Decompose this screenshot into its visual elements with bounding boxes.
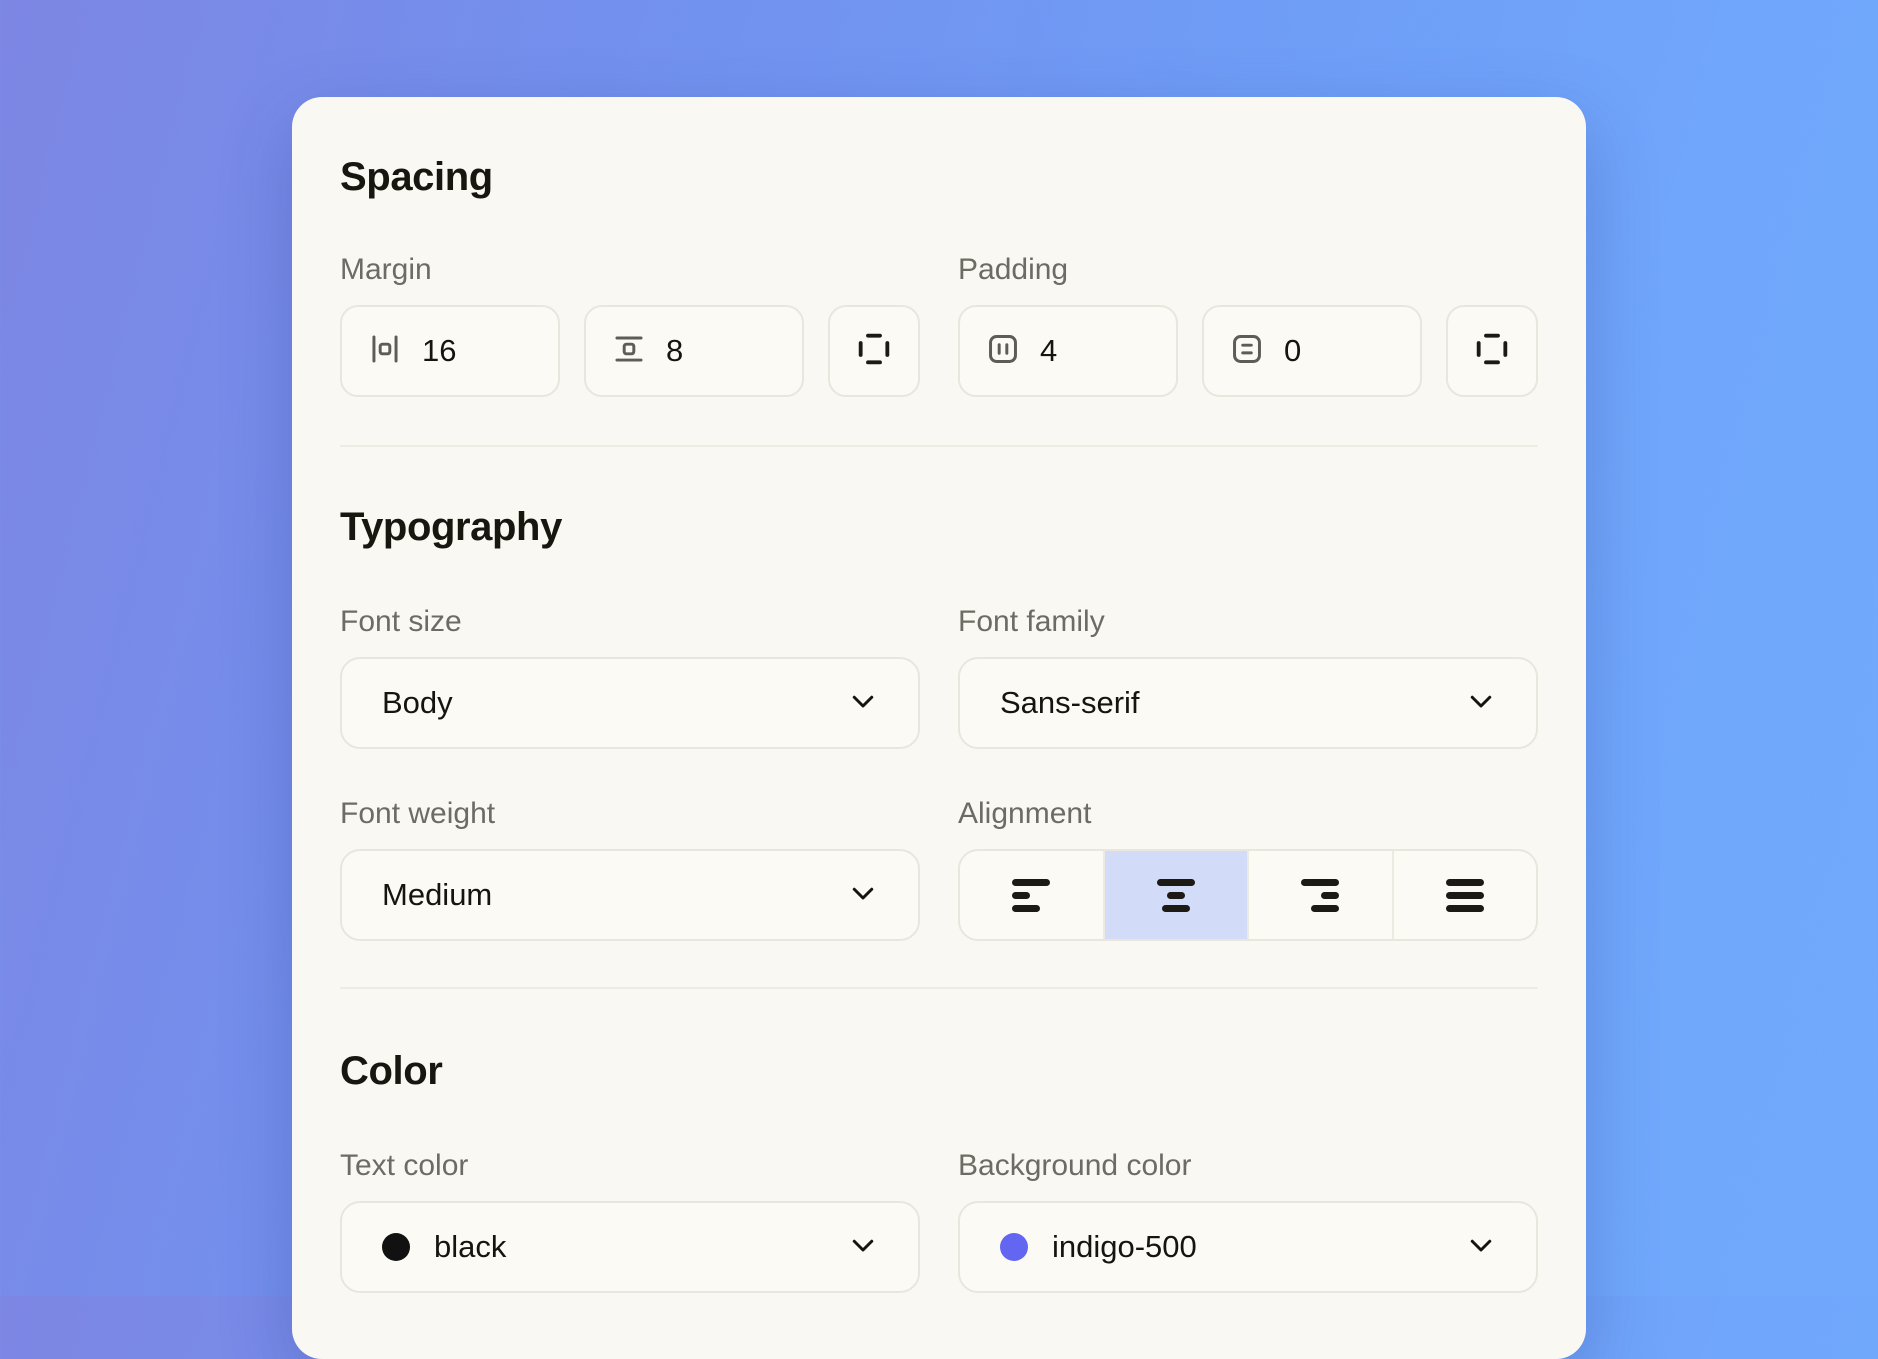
color-row: Text color black Background color indigo…	[340, 1147, 1538, 1293]
margin-horizontal-value[interactable]	[422, 333, 532, 369]
padding-horizontal-icon	[986, 332, 1020, 371]
align-center-icon	[1157, 879, 1195, 912]
color-section-title: Color	[340, 1047, 1538, 1095]
font-weight-dropdown[interactable]: Medium	[340, 849, 920, 941]
text-color-swatch	[382, 1233, 410, 1261]
inspector-panel: Spacing Margin	[292, 97, 1586, 1359]
margin-vertical-icon	[612, 332, 646, 371]
background-color-swatch	[1000, 1233, 1028, 1261]
typography-row-2: Font weight Medium Alignment	[340, 795, 1538, 941]
font-weight-label: Font weight	[340, 795, 920, 833]
text-color-dropdown[interactable]: black	[340, 1201, 920, 1293]
font-size-group: Font size Body	[340, 603, 920, 749]
padding-horizontal-value[interactable]	[1040, 333, 1150, 369]
chevron-down-icon	[1466, 1230, 1496, 1265]
align-left-icon	[1012, 879, 1050, 912]
spacing-section-title: Spacing	[340, 153, 1538, 201]
background-color-value: indigo-500	[1052, 1229, 1197, 1265]
margin-vertical-value[interactable]	[666, 333, 776, 369]
border-sides-icon	[1472, 329, 1512, 374]
align-center-button[interactable]	[1103, 851, 1248, 939]
typography-row-1: Font size Body Font family Sans-serif	[340, 603, 1538, 749]
desktop-background: { "colors": { "background_gradient_start…	[0, 0, 1878, 1296]
border-sides-icon	[854, 329, 894, 374]
background-color-dropdown[interactable]: indigo-500	[958, 1201, 1538, 1293]
padding-vertical-input[interactable]	[1202, 305, 1422, 397]
font-weight-group: Font weight Medium	[340, 795, 920, 941]
padding-vertical-value[interactable]	[1284, 333, 1394, 369]
chevron-down-icon	[1466, 686, 1496, 721]
margin-horizontal-icon	[368, 332, 402, 371]
spacing-section: Margin	[340, 251, 1538, 397]
padding-group: Padding	[958, 251, 1538, 397]
align-right-icon	[1301, 879, 1339, 912]
margin-group: Margin	[340, 251, 920, 397]
font-family-value: Sans-serif	[1000, 685, 1140, 721]
section-divider	[340, 987, 1538, 989]
background-color-label: Background color	[958, 1147, 1538, 1185]
alignment-group: Alignment	[958, 795, 1538, 941]
font-size-dropdown[interactable]: Body	[340, 657, 920, 749]
font-family-label: Font family	[958, 603, 1538, 641]
chevron-down-icon	[848, 686, 878, 721]
text-color-value: black	[434, 1229, 506, 1265]
font-weight-value: Medium	[382, 877, 492, 913]
font-size-label: Font size	[340, 603, 920, 641]
background-color-group: Background color indigo-500	[958, 1147, 1538, 1293]
text-color-group: Text color black	[340, 1147, 920, 1293]
text-color-label: Text color	[340, 1147, 920, 1185]
margin-sides-button[interactable]	[828, 305, 920, 397]
chevron-down-icon	[848, 878, 878, 913]
font-family-group: Font family Sans-serif	[958, 603, 1538, 749]
typography-section-title: Typography	[340, 503, 1538, 551]
align-right-button[interactable]	[1247, 851, 1392, 939]
align-justify-icon	[1446, 879, 1484, 912]
font-size-value: Body	[382, 685, 453, 721]
padding-horizontal-input[interactable]	[958, 305, 1178, 397]
padding-label: Padding	[958, 251, 1538, 289]
chevron-down-icon	[848, 1230, 878, 1265]
align-justify-button[interactable]	[1392, 851, 1537, 939]
padding-sides-button[interactable]	[1446, 305, 1538, 397]
margin-label: Margin	[340, 251, 920, 289]
margin-vertical-input[interactable]	[584, 305, 804, 397]
alignment-segmented-control	[958, 849, 1538, 941]
font-family-dropdown[interactable]: Sans-serif	[958, 657, 1538, 749]
align-left-button[interactable]	[960, 851, 1103, 939]
margin-horizontal-input[interactable]	[340, 305, 560, 397]
alignment-label: Alignment	[958, 795, 1538, 833]
section-divider	[340, 445, 1538, 447]
padding-vertical-icon	[1230, 332, 1264, 371]
